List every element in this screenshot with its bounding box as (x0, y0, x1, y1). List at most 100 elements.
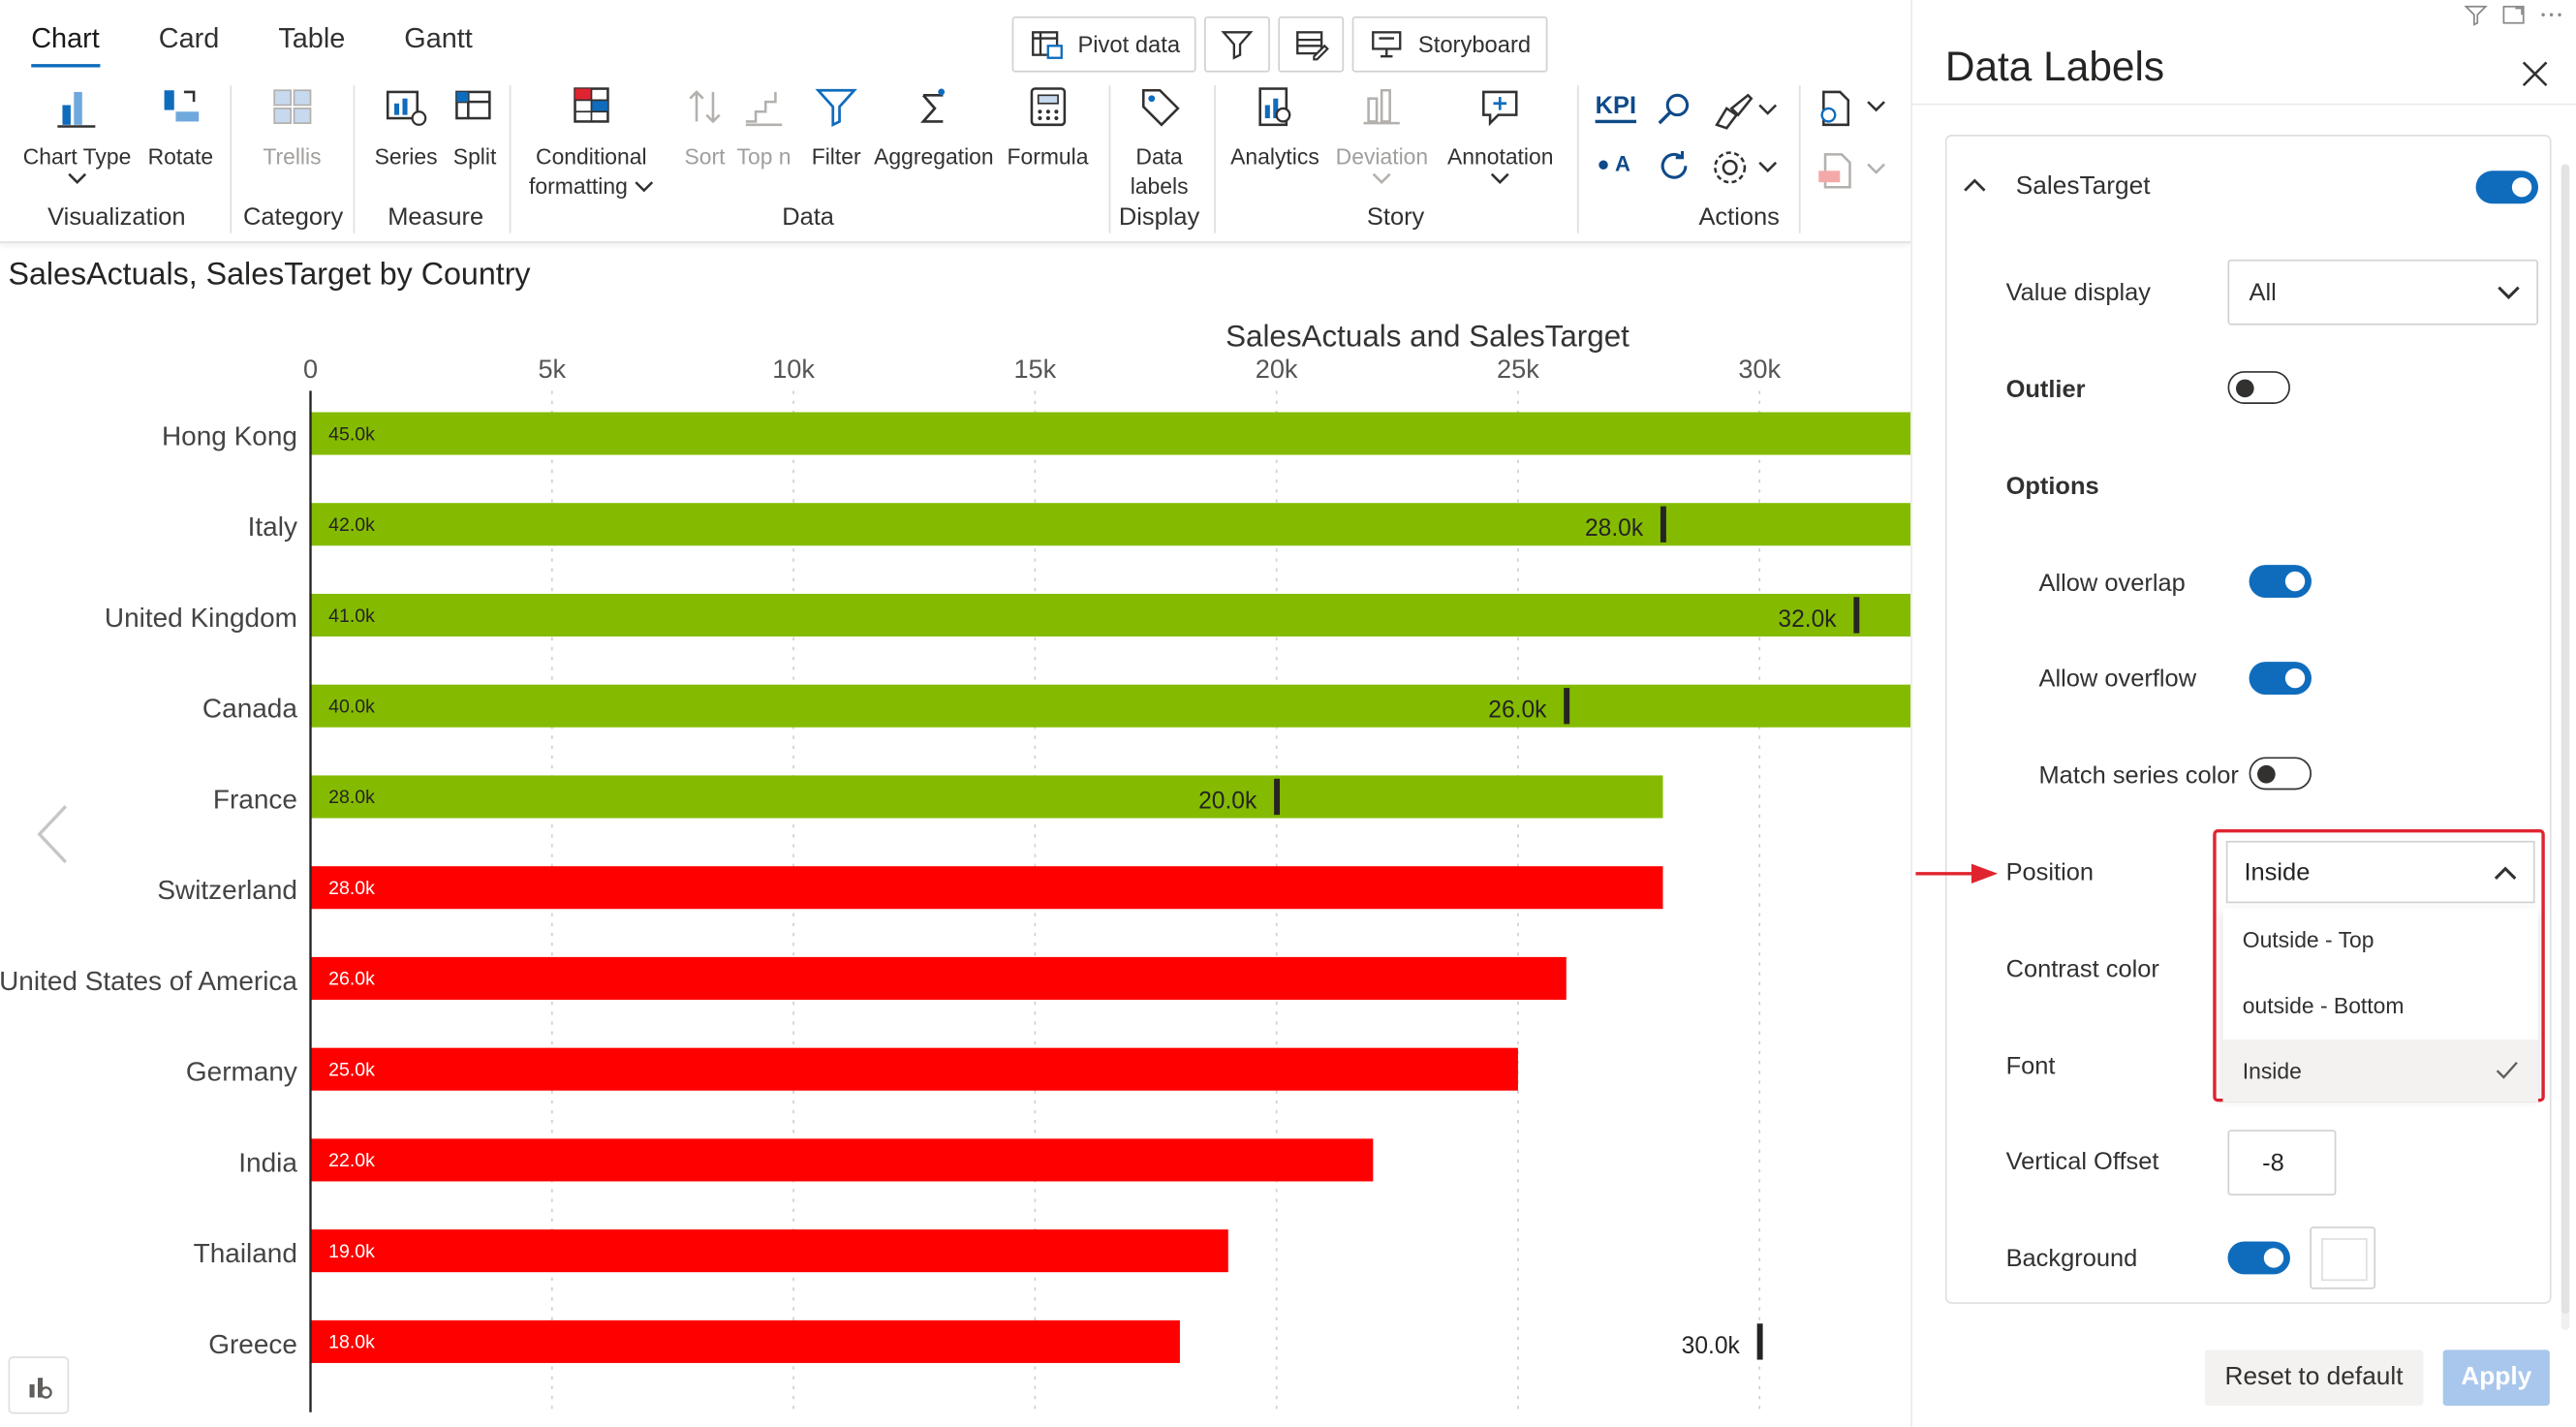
category-label: France (213, 784, 297, 814)
chevron-down-icon[interactable] (1866, 163, 1885, 176)
analytics-icon (1258, 87, 1291, 127)
filter-button[interactable]: Filter (808, 78, 864, 172)
aggregation-icon (920, 88, 946, 123)
bar-value-label: 45.0k (328, 423, 375, 445)
value-display-select[interactable]: All (2227, 259, 2539, 326)
chart-type-button[interactable]: Chart Type (23, 78, 131, 186)
scrollbar-thumb[interactable] (2560, 164, 2570, 1315)
category-label: Italy (248, 512, 297, 542)
category-label: Thailand (194, 1238, 297, 1268)
export-settings-icon[interactable] (1814, 87, 1856, 130)
contrast-color-label: Contrast color (2005, 955, 2159, 984)
match-series-color-toggle[interactable] (2249, 757, 2312, 791)
position-option-outside-bottom[interactable]: outside - Bottom (2222, 974, 2538, 1036)
filter-settings-button[interactable] (1204, 16, 1271, 73)
paint-brush-icon[interactable] (1712, 92, 1754, 132)
data-labels-label-2: labels (1130, 173, 1189, 200)
bar-value-label: 18.0k (328, 1332, 375, 1353)
position-options: Outside - Top outside - Bottom Inside (2222, 908, 2539, 1102)
chevron-down-icon[interactable] (1491, 172, 1510, 186)
ribbon-separator (1108, 85, 1111, 233)
vertical-offset-input[interactable]: -8 (2227, 1130, 2337, 1196)
position-select[interactable]: Inside (2225, 840, 2535, 904)
top-n-icon (745, 91, 783, 127)
kpi-button[interactable]: KPI (1595, 93, 1637, 124)
position-value: Inside (2244, 857, 2311, 886)
target-marker (1660, 506, 1666, 543)
tab-card[interactable]: Card (128, 0, 248, 73)
trellis-button[interactable]: Trellis (263, 78, 322, 172)
allow-overlap-label: Allow overlap (2038, 570, 2186, 599)
x-tick-label: 25k (1497, 354, 1539, 384)
x-tick-label: 5k (538, 354, 566, 384)
position-option-inside[interactable]: Inside (2222, 1039, 2539, 1102)
gear-icon[interactable] (1710, 148, 1750, 188)
bar (310, 593, 1911, 637)
tab-gantt[interactable]: Gantt (373, 0, 501, 73)
split-button[interactable]: Split (447, 78, 503, 172)
allow-overlap-toggle[interactable] (2249, 565, 2312, 599)
bar (310, 775, 1663, 819)
top-n-button[interactable]: Top n (736, 78, 792, 172)
bar-value-label: 40.0k (328, 697, 375, 718)
refresh-icon[interactable] (1655, 146, 1694, 186)
chevron-down-icon[interactable] (1758, 161, 1778, 174)
background-color-picker[interactable] (2310, 1226, 2376, 1289)
expand-icon[interactable] (2502, 3, 2526, 26)
outlier-toggle[interactable] (2227, 371, 2290, 404)
apply-button[interactable]: Apply (2442, 1349, 2550, 1407)
previous-arrow-icon[interactable] (30, 801, 79, 867)
conditional-formatting-button[interactable]: Conditional formatting (529, 78, 654, 202)
chevron-down-icon (2498, 286, 2520, 299)
section-enabled-toggle[interactable] (2475, 171, 2539, 204)
analytics-label: Analytics (1230, 144, 1319, 170)
storyboard-button[interactable]: Storyboard (1352, 16, 1548, 73)
tab-chart[interactable]: Chart (0, 0, 128, 73)
pdf-icon[interactable] (1814, 149, 1856, 192)
red-arrow-icon (1915, 863, 1999, 884)
formula-button[interactable]: Formula (1008, 78, 1088, 172)
bar-value-label: 22.0k (328, 1150, 375, 1171)
ribbon: Chart Type Rotate Visualization Trellis … (0, 73, 1911, 243)
series-button[interactable]: Series (375, 78, 438, 172)
group-story: Story (1366, 203, 1425, 233)
annotation-button[interactable]: Annotation (1447, 78, 1553, 185)
filter-settings-icon (1221, 31, 1254, 60)
legend-toggle[interactable]: ● A (1597, 151, 1630, 175)
background-toggle[interactable] (2227, 1241, 2290, 1275)
section-title: SalesTarget (2015, 171, 2151, 201)
view-tabs: Chart Card Table Gantt (0, 0, 501, 73)
close-icon[interactable] (2520, 59, 2550, 89)
chevron-down-icon[interactable] (67, 172, 86, 186)
more-options-icon[interactable] (2540, 3, 2563, 26)
series-label: Series (374, 144, 438, 170)
chevron-down-icon[interactable] (1372, 172, 1391, 186)
analytics-button[interactable]: Analytics (1230, 78, 1319, 172)
pivot-data-button[interactable]: Pivot data (1011, 16, 1196, 73)
search-icon[interactable] (1653, 89, 1695, 132)
deviation-icon (1363, 88, 1401, 125)
match-series-color-label: Match series color (2038, 761, 2239, 791)
data-labels-button[interactable]: Data labels (1131, 78, 1189, 202)
chevron-down-icon[interactable] (634, 180, 653, 194)
chevron-up-icon[interactable] (1963, 177, 1986, 194)
filter-icon[interactable] (2464, 3, 2488, 26)
chevron-down-icon[interactable] (1758, 104, 1778, 117)
panel-top-icons (2464, 3, 2563, 26)
trellis-label: Trellis (263, 144, 322, 170)
target-value-label: 32.0k (1778, 606, 1837, 633)
target-value-label: 26.0k (1488, 698, 1547, 724)
rotate-button[interactable]: Rotate (148, 78, 213, 172)
aggregation-button[interactable]: Aggregation (874, 78, 994, 172)
bar (310, 1047, 1518, 1091)
sort-button[interactable]: Sort (677, 78, 733, 172)
deviation-button[interactable]: Deviation (1336, 78, 1428, 185)
position-option-outside-top[interactable]: Outside - Top (2222, 908, 2538, 970)
conditional-label-2: formatting (529, 173, 628, 200)
tab-table[interactable]: Table (247, 0, 373, 73)
chart-settings-button[interactable] (8, 1356, 70, 1414)
chevron-down-icon[interactable] (1866, 100, 1885, 113)
reset-to-default-button[interactable]: Reset to default (2204, 1349, 2424, 1407)
allow-overflow-toggle[interactable] (2249, 662, 2312, 696)
edit-table-button[interactable] (1278, 16, 1345, 73)
